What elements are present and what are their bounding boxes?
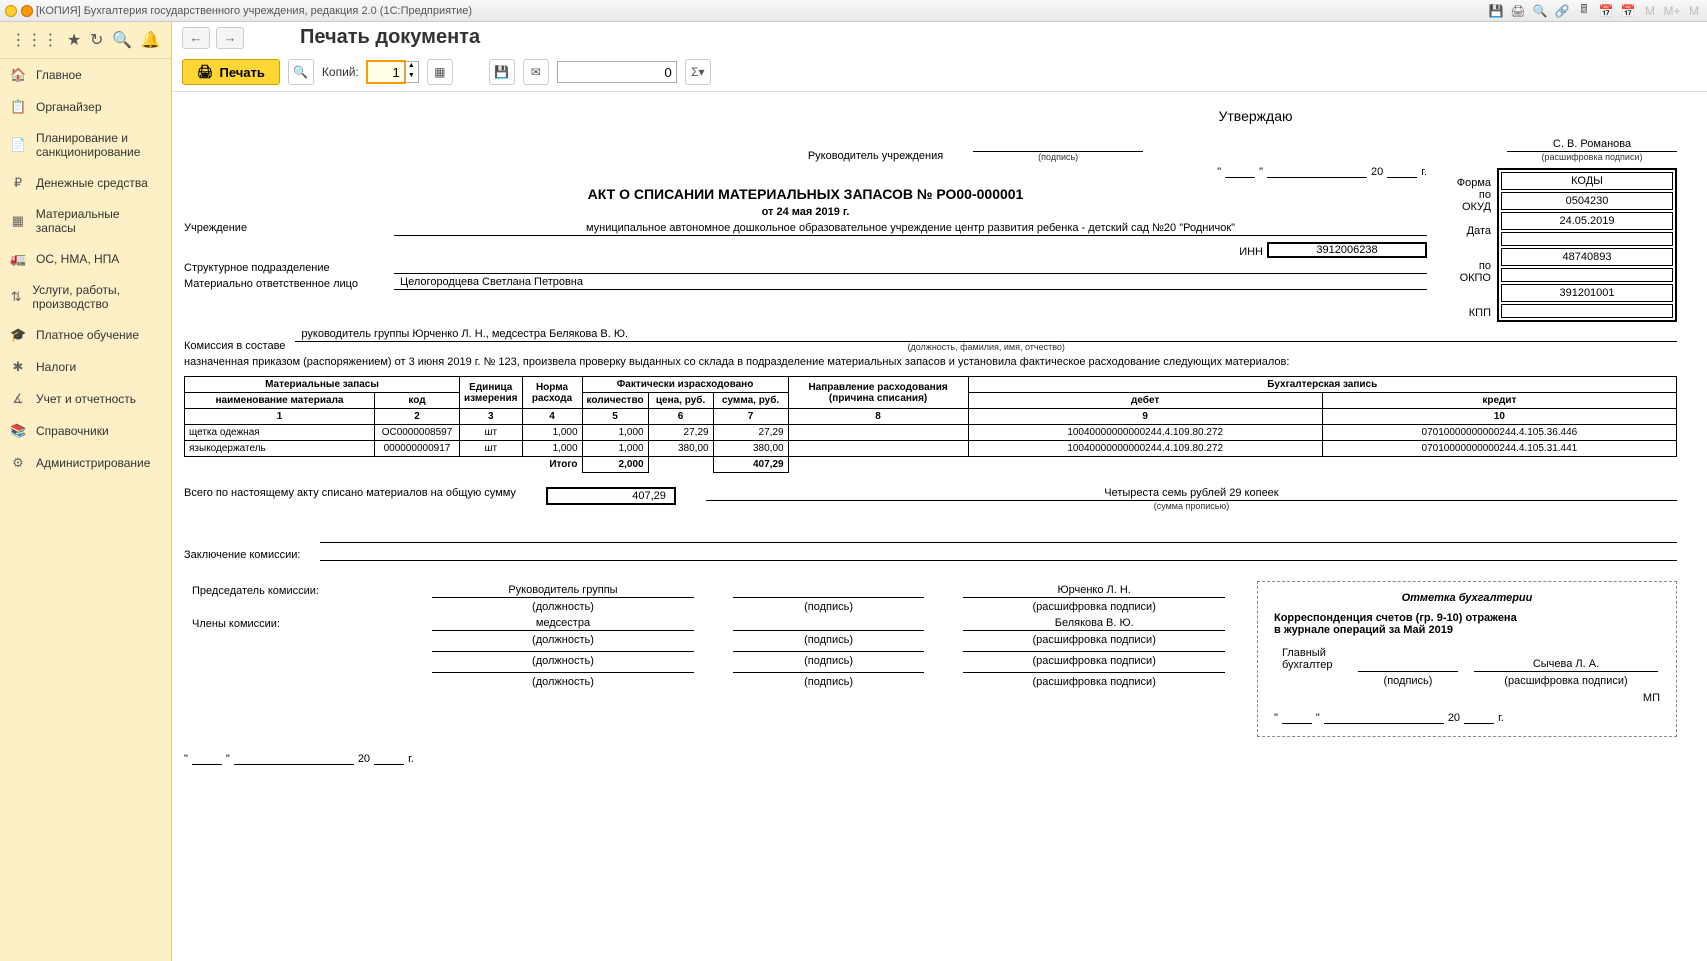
sidebar-item[interactable]: 🏠Главное bbox=[0, 59, 171, 91]
head-sign-line bbox=[973, 138, 1143, 152]
total-label: Всего по настоящему акту списано материа… bbox=[184, 487, 516, 499]
tb-cal-icon[interactable]: 📅 bbox=[1597, 3, 1615, 19]
mol-name: Целогородцева Светлана Петровна bbox=[394, 276, 1427, 290]
tb-m[interactable]: M bbox=[1641, 3, 1659, 19]
page-title: Печать документа bbox=[300, 26, 480, 49]
accounting-note: Отметка бухгалтерии Корреспонденция счет… bbox=[1257, 581, 1677, 737]
sidebar-icon: ⇅ bbox=[10, 289, 22, 305]
tb-calc-icon[interactable]: 🖩 bbox=[1575, 3, 1593, 19]
sidebar-icon: 🎓 bbox=[10, 327, 26, 343]
tb-cal2-icon[interactable]: 📅 bbox=[1619, 3, 1637, 19]
sidebar-icon: 🏠 bbox=[10, 67, 26, 83]
sidebar-item[interactable]: ∡Учет и отчетность bbox=[0, 383, 171, 415]
history-icon[interactable]: ↻ bbox=[90, 30, 103, 50]
struct-label: Структурное подразделение bbox=[184, 262, 384, 274]
sidebar-item[interactable]: ⇅Услуги, работы, производство bbox=[0, 275, 171, 319]
comm-names: руководитель группы Юрченко Л. Н., медсе… bbox=[295, 328, 1677, 342]
sidebar-icon: ✱ bbox=[10, 359, 26, 375]
sidebar-icon: ▦ bbox=[10, 213, 26, 229]
mol-label: Материально ответственное лицо bbox=[184, 278, 384, 290]
total-value: 407,29 bbox=[546, 487, 676, 505]
star-icon[interactable]: ★ bbox=[67, 30, 81, 50]
comm-label: Комиссия в составе bbox=[184, 340, 285, 352]
table-row: языкодержатель000000000917шт1,0001,00038… bbox=[185, 441, 1677, 457]
tb-link-icon[interactable]: 🔗 bbox=[1553, 3, 1571, 19]
codes-table: КОДЫ 0504230 24.05.2019 48740893 3912010… bbox=[1497, 168, 1677, 322]
total-row: Итого2,000407,29 bbox=[185, 457, 1677, 473]
tb-print-icon[interactable]: 🖨 bbox=[1509, 3, 1527, 19]
total-words: Четыреста семь рублей 29 копеек bbox=[706, 487, 1677, 501]
sidebar-item[interactable]: ⚙Администрирование bbox=[0, 447, 171, 479]
tb-search-icon[interactable]: 🔍 bbox=[1531, 3, 1549, 19]
approve-label: Утверждаю bbox=[834, 108, 1677, 124]
main-area: ← → Печать документа 🖨Печать 🔍 Копий: ▲▼… bbox=[172, 22, 1707, 961]
sidebar-icon: 📚 bbox=[10, 423, 26, 439]
sidebar-item[interactable]: ₽Денежные средства bbox=[0, 167, 171, 199]
sidebar-item[interactable]: ▦Материальные запасы bbox=[0, 199, 171, 243]
act-date: от 24 мая 2019 г. bbox=[184, 206, 1427, 218]
copies-stepper[interactable]: ▲▼ bbox=[367, 61, 419, 83]
copies-input[interactable] bbox=[368, 62, 404, 82]
app-icon-2 bbox=[20, 4, 34, 18]
document-body: Утверждаю Руководитель учреждения (подпи… bbox=[172, 92, 1707, 797]
menu-grid-icon[interactable]: ⋮⋮⋮ bbox=[10, 30, 58, 50]
tb-mplus[interactable]: M+ bbox=[1663, 3, 1681, 19]
spin-up-icon[interactable]: ▲ bbox=[404, 62, 418, 72]
head-label: Руководитель учреждения bbox=[808, 150, 943, 162]
forward-button[interactable]: → bbox=[216, 27, 244, 49]
inn-value: 3912006238 bbox=[1267, 242, 1427, 258]
sidebar-item[interactable]: ✱Налоги bbox=[0, 351, 171, 383]
print-button[interactable]: 🖨Печать bbox=[182, 59, 280, 85]
sidebar-icon: 📋 bbox=[10, 99, 26, 115]
spin-down-icon[interactable]: ▼ bbox=[404, 72, 418, 82]
bell-icon[interactable]: 🔔 bbox=[141, 30, 161, 50]
app-icon-1 bbox=[4, 4, 18, 18]
number-input[interactable] bbox=[557, 61, 677, 83]
head-name: С. В. Романова bbox=[1507, 138, 1677, 152]
titlebar: [КОПИЯ] Бухгалтерия государственного учр… bbox=[0, 0, 1707, 22]
sigma-button[interactable]: Σ▾ bbox=[685, 59, 711, 85]
sidebar-icon: ⚙ bbox=[10, 455, 26, 471]
copies-label: Копий: bbox=[322, 65, 359, 79]
mail-button[interactable]: ✉ bbox=[523, 59, 549, 85]
sidebar-icon: 📄 bbox=[10, 137, 26, 153]
sidebar-item[interactable]: 📄Планирование и санкционирование bbox=[0, 123, 171, 167]
org-name: муниципальное автономное дошкольное обра… bbox=[394, 222, 1427, 236]
save-button[interactable]: 💾 bbox=[489, 59, 515, 85]
sidebar-item[interactable]: 📋Органайзер bbox=[0, 91, 171, 123]
table-settings-button[interactable]: ▦ bbox=[427, 59, 453, 85]
sidebar-icon: ∡ bbox=[10, 391, 26, 407]
sidebar: ⋮⋮⋮ ★ ↻ 🔍 🔔 🏠Главное📋Органайзер📄Планиров… bbox=[0, 22, 172, 961]
sidebar-item[interactable]: 📚Справочники bbox=[0, 415, 171, 447]
concl-label: Заключение комиссии: bbox=[184, 549, 300, 561]
table-row: щетка одежнаяОС0000008597шт1,0001,00027,… bbox=[185, 425, 1677, 441]
tb-save-icon[interactable]: 💾 bbox=[1487, 3, 1505, 19]
tb-mminus[interactable]: M bbox=[1685, 3, 1703, 19]
preview-button[interactable]: 🔍 bbox=[288, 59, 314, 85]
sidebar-icon: ₽ bbox=[10, 175, 26, 191]
org-label: Учреждение bbox=[184, 222, 384, 234]
act-title: АКТ О СПИСАНИИ МАТЕРИАЛЬНЫХ ЗАПАСОВ № РО… bbox=[184, 186, 1427, 202]
search-icon[interactable]: 🔍 bbox=[112, 30, 132, 50]
sidebar-item[interactable]: 🎓Платное обучение bbox=[0, 319, 171, 351]
sidebar-item[interactable]: 🚛ОС, НМА, НПА bbox=[0, 243, 171, 275]
data-table: Материальные запасыЕдиница измеренияНорм… bbox=[184, 376, 1677, 473]
order-text: назначенная приказом (распоряжением) от … bbox=[184, 356, 1677, 368]
back-button[interactable]: ← bbox=[182, 27, 210, 49]
sidebar-icon: 🚛 bbox=[10, 251, 26, 267]
printer-icon: 🖨 bbox=[197, 64, 214, 80]
app-title: [КОПИЯ] Бухгалтерия государственного учр… bbox=[36, 5, 472, 17]
